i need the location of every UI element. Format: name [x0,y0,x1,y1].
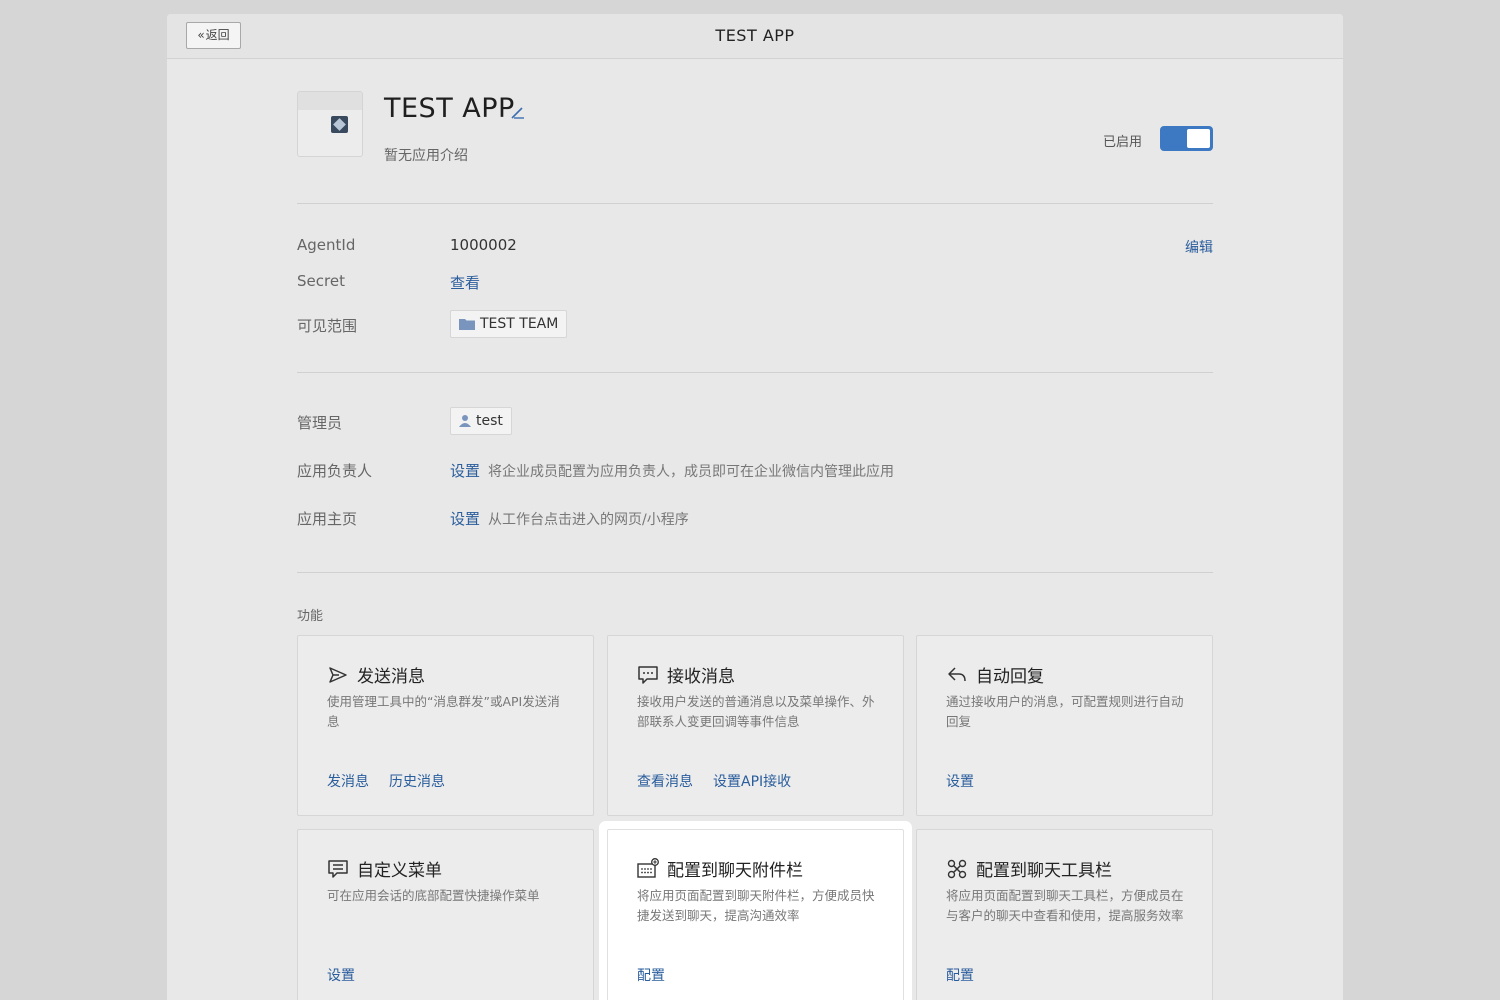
enable-toggle[interactable] [1160,126,1213,151]
admin-name: test [476,413,503,429]
card-title: 配置到聊天附件栏 [667,861,803,881]
feature-card-chat-toolbar: 配置到聊天工具栏 将应用页面配置到聊天工具栏，方便成员在与客户的聊天中查看和使用… [916,829,1213,1000]
card-title: 配置到聊天工具栏 [976,861,1112,881]
card-title: 自定义菜单 [357,861,442,881]
send-icon [329,667,347,683]
homepage-hint: 从工作台点击进入的网页/小程序 [488,512,689,528]
attachment-bar-configure-link[interactable]: 配置 [637,968,665,984]
message-icon [638,666,658,684]
title-bar: TEST APP «返回 [167,14,1343,59]
card-actions: 配置 [946,965,994,985]
admin-label: 管理员 [297,414,343,432]
visibility-team-tag: TEST TEAM [450,310,568,338]
homepage-set-link[interactable]: 设置 [450,510,480,528]
owner-row: 设置 将企业成员配置为应用负责人，成员即可在企业微信内管理此应用 [450,460,894,481]
send-message-link[interactable]: 发消息 [327,774,369,790]
folder-icon [459,319,475,330]
set-api-receive-link[interactable]: 设置API接收 [713,774,791,790]
toolbar-configure-link[interactable]: 配置 [946,968,974,984]
agentid-label: AgentId [297,236,356,254]
reply-icon [948,667,966,682]
owner-label: 应用负责人 [297,462,373,480]
menu-icon [328,860,348,878]
card-actions: 发消息 历史消息 [327,771,465,791]
status-label: 已启用 [1103,135,1143,150]
feature-card-send-message: 发送消息 使用管理工具中的“消息群发”或API发送消息 发消息 历史消息 [297,635,594,816]
card-description: 使用管理工具中的“消息群发”或API发送消息 [327,694,560,729]
app-logo-icon [331,116,348,133]
secret-view-link[interactable]: 查看 [450,272,480,293]
view-messages-link[interactable]: 查看消息 [637,774,693,790]
attachment-bar-icon [637,858,659,878]
feature-card-receive-message: 接收消息 接收用户发送的普通消息以及菜单操作、外部联系人变更回调等事件信息 查看… [607,635,904,816]
edit-link[interactable]: 编辑 [1185,237,1213,257]
edit-pencil-icon[interactable] [510,104,526,120]
features-section-title: 功能 [297,609,324,624]
card-description: 可在应用会话的底部配置快捷操作菜单 [327,888,540,903]
homepage-row: 设置 从工作台点击进入的网页/小程序 [450,508,689,529]
history-message-link[interactable]: 历史消息 [389,774,445,790]
app-icon [297,91,363,157]
toolbar-icon [947,859,967,879]
card-description: 接收用户发送的普通消息以及菜单操作、外部联系人变更回调等事件信息 [637,694,875,729]
back-button-label: 返回 [205,28,230,42]
app-name: TEST APP [384,93,515,124]
divider [297,203,1213,204]
divider [297,372,1213,373]
card-description: 通过接收用户的消息，可配置规则进行自动回复 [946,694,1184,729]
back-button[interactable]: «返回 [186,22,241,49]
card-title: 发送消息 [357,667,425,687]
window-title: TEST APP [715,26,795,45]
secret-label: Secret [297,272,345,290]
app-detail-window: TEST APP «返回 TEST APP 暂无应用介绍 已启用 AgentId… [167,14,1343,1000]
card-actions: 设置 [946,771,994,791]
app-description: 暂无应用介绍 [384,148,468,164]
double-chevron-left-icon: « [197,28,205,42]
card-actions: 查看消息 设置API接收 [637,771,811,791]
card-description: 将应用页面配置到聊天附件栏，方便成员快捷发送到聊天，提高沟通效率 [637,888,875,923]
feature-card-chat-attachment-bar: 配置到聊天附件栏 将应用页面配置到聊天附件栏，方便成员快捷发送到聊天，提高沟通效… [607,829,904,1000]
toggle-knob [1187,129,1210,148]
card-title: 自动回复 [976,667,1044,687]
custom-menu-settings-link[interactable]: 设置 [327,968,355,984]
card-description: 将应用页面配置到聊天工具栏，方便成员在与客户的聊天中查看和使用，提高服务效率 [946,888,1184,923]
card-actions: 设置 [327,965,375,985]
admin-tag: test [450,407,512,435]
homepage-label: 应用主页 [297,510,358,528]
divider [297,572,1213,573]
visibility-team-name: TEST TEAM [480,316,559,332]
owner-hint: 将企业成员配置为应用负责人，成员即可在企业微信内管理此应用 [488,464,895,480]
feature-card-auto-reply: 自动回复 通过接收用户的消息，可配置规则进行自动回复 设置 [916,635,1213,816]
owner-set-link[interactable]: 设置 [450,462,480,480]
feature-card-custom-menu: 自定义菜单 可在应用会话的底部配置快捷操作菜单 设置 [297,829,594,1000]
auto-reply-settings-link[interactable]: 设置 [946,774,974,790]
card-actions: 配置 [637,965,685,985]
user-icon [459,415,471,427]
agentid-value: 1000002 [450,236,517,254]
card-title: 接收消息 [667,667,735,687]
visibility-label: 可见范围 [297,317,358,335]
